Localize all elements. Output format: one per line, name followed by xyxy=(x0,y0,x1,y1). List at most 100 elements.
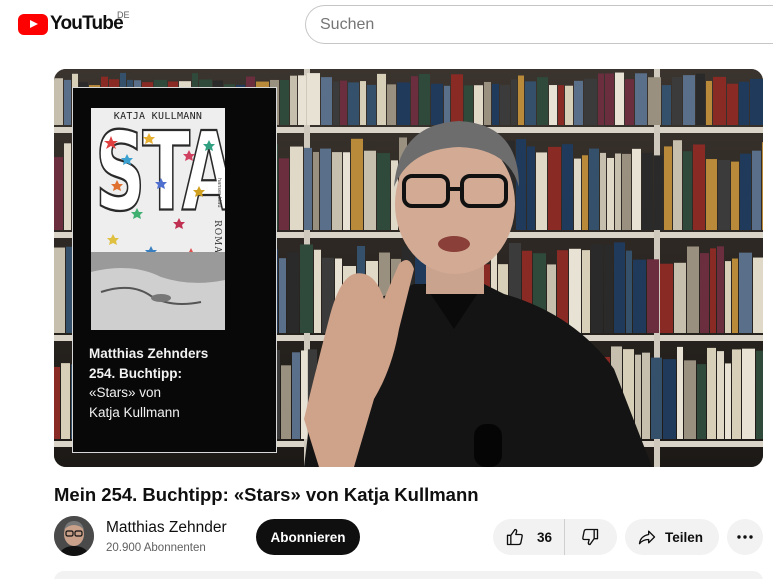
book-spine xyxy=(525,81,536,125)
book-spine xyxy=(642,352,650,439)
book-spine xyxy=(292,352,300,439)
book-spine xyxy=(677,346,683,439)
book-spine xyxy=(377,73,386,125)
book-spine xyxy=(647,259,659,333)
book-spine xyxy=(582,250,590,333)
book-spine xyxy=(648,77,661,125)
book-spine xyxy=(321,77,332,125)
share-label: Teilen xyxy=(665,529,704,545)
thumbs-up-icon xyxy=(506,528,523,546)
like-dislike-group: 36 xyxy=(493,519,617,555)
book-spine xyxy=(732,349,741,439)
subscriber-count: 20.900 Abonnenten xyxy=(106,542,206,554)
book-spine xyxy=(614,242,625,333)
more-actions-button[interactable] xyxy=(727,519,763,555)
youtube-play-icon xyxy=(18,13,48,35)
book-spine xyxy=(707,347,716,439)
book-spine xyxy=(750,78,763,125)
book-spine xyxy=(304,147,312,230)
book-spine xyxy=(340,80,347,125)
book-spine xyxy=(762,142,763,230)
book-spine xyxy=(565,85,573,125)
book-spine xyxy=(632,148,641,230)
book-spine xyxy=(752,150,761,230)
channel-name[interactable]: Matthias Zehnder xyxy=(106,519,227,537)
book-spine xyxy=(348,82,359,125)
book-spine xyxy=(727,83,738,125)
book-spine xyxy=(687,246,699,333)
book-spine xyxy=(54,366,60,439)
book-spine xyxy=(756,350,763,439)
book-spine xyxy=(664,146,672,230)
book-spine xyxy=(651,357,662,439)
book-spine xyxy=(706,159,717,230)
book-spine xyxy=(673,140,682,230)
book-spine xyxy=(731,161,739,230)
book-spine xyxy=(54,247,65,333)
book-spine xyxy=(537,77,548,125)
like-button[interactable]: 36 xyxy=(493,519,565,555)
book-spine xyxy=(660,263,673,333)
book-spine xyxy=(333,81,339,125)
book-spine xyxy=(569,248,581,333)
book-spine xyxy=(287,251,299,333)
overlay-line-1: Matthias Zehnders xyxy=(89,346,209,361)
book-spine xyxy=(313,151,319,230)
book-spine xyxy=(732,258,738,333)
share-button[interactable]: Teilen xyxy=(625,519,719,555)
book-spine xyxy=(548,146,561,230)
book-spine xyxy=(742,348,755,439)
cover-face-illustration xyxy=(91,252,225,330)
book-spine xyxy=(607,157,614,230)
description-box[interactable] xyxy=(54,571,763,579)
book-spine xyxy=(697,364,706,439)
book-spine xyxy=(684,360,696,439)
book-overlay-card: KATJA KULLMANN STARS hanser blau ROMAN xyxy=(72,87,277,453)
book-spine xyxy=(700,253,709,333)
top-bar: YouTube DE xyxy=(0,0,773,48)
thumbs-down-icon xyxy=(582,528,599,546)
book-spine xyxy=(343,152,350,230)
book-spine xyxy=(605,73,614,125)
book-spine xyxy=(364,150,376,230)
like-count: 36 xyxy=(537,529,553,545)
book-spine xyxy=(64,143,71,230)
book-spine xyxy=(706,80,712,125)
book-spine xyxy=(739,81,749,125)
book-spine xyxy=(558,85,564,125)
book-spine xyxy=(642,152,653,230)
book-spine xyxy=(753,257,763,333)
channel-avatar[interactable] xyxy=(54,516,94,556)
book-spine xyxy=(654,155,663,230)
book-spine xyxy=(320,148,331,230)
book-spine xyxy=(351,138,363,230)
youtube-logo[interactable]: YouTube xyxy=(18,13,124,35)
overlay-line-4: Katja Kullmann xyxy=(89,404,180,420)
book-spine xyxy=(591,244,603,333)
book-spine xyxy=(298,75,306,125)
book-spine xyxy=(518,75,524,125)
subscribe-button[interactable]: Abonnieren xyxy=(256,519,360,555)
book-spine xyxy=(387,84,396,125)
book-spine xyxy=(663,359,676,439)
dislike-button[interactable] xyxy=(565,519,615,555)
book-spine xyxy=(280,79,289,125)
book-spine xyxy=(290,146,303,230)
book-spine xyxy=(683,151,692,230)
book-spine xyxy=(314,249,321,333)
book-spine xyxy=(574,80,583,125)
book-spine xyxy=(54,78,63,125)
book-cover: KATJA KULLMANN STARS hanser blau ROMAN xyxy=(91,108,225,330)
book-spine xyxy=(672,76,682,125)
book-spine xyxy=(615,153,621,230)
book-spine xyxy=(451,74,463,125)
search-input[interactable] xyxy=(306,6,773,43)
country-code: DE xyxy=(117,10,130,20)
overlay-caption: Matthias Zehnders 254. Buchtipp: «Stars»… xyxy=(89,344,208,422)
book-spine xyxy=(419,73,430,125)
book-spine xyxy=(604,244,613,333)
book-spine xyxy=(598,73,604,125)
search-box[interactable] xyxy=(305,5,773,44)
book-spine xyxy=(582,155,588,230)
book-spine xyxy=(61,363,70,439)
